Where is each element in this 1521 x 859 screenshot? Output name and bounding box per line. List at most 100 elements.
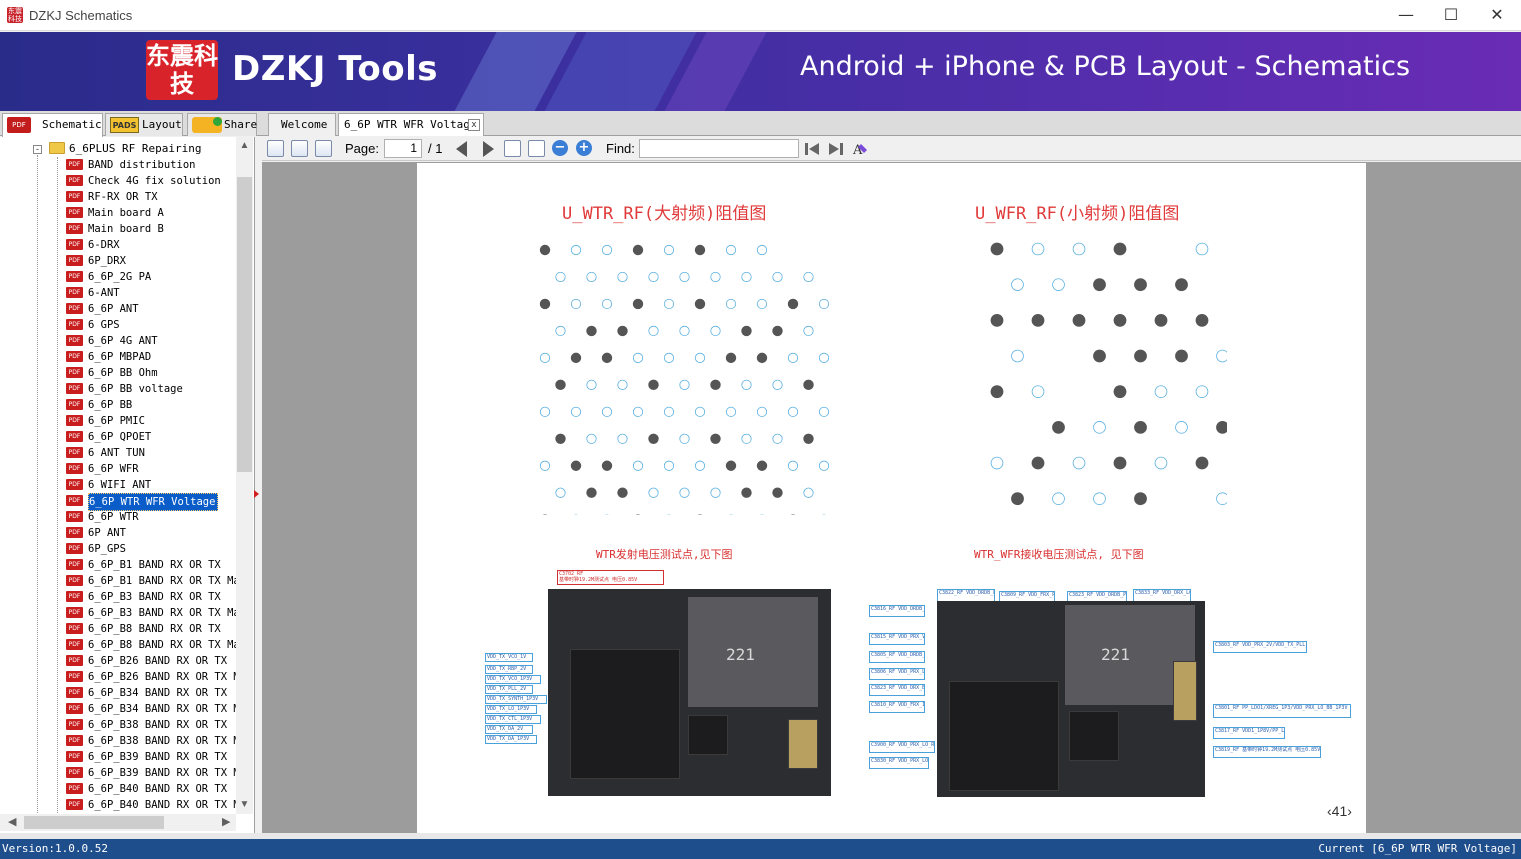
wtr-pcb-photo: 221 — [548, 589, 831, 796]
fit-page-icon[interactable] — [528, 140, 545, 157]
tab-layout[interactable]: PADS Layout — [105, 113, 183, 136]
tree-item[interactable]: PDF RF-RX OR TX — [66, 189, 241, 205]
tree-item[interactable]: PDF 6_6P_B39 BAND RX OR TX — [66, 749, 241, 765]
highlight-text-icon[interactable]: A — [852, 141, 868, 157]
tree-item[interactable]: PDF 6_6P_B26 BAND RX OR TX Ma — [66, 669, 241, 685]
tree-horizontal-scrollbar[interactable]: ◀ ▶ — [0, 814, 236, 831]
find-previous-icon[interactable] — [804, 141, 820, 157]
tree-item[interactable]: PDF 6 WIFI ANT — [66, 477, 241, 493]
wfr-pcb-photo: 221 — [937, 601, 1205, 797]
tree-item[interactable]: PDF Main board A — [66, 205, 241, 221]
collapse-icon[interactable]: - — [33, 145, 42, 154]
tree-item[interactable]: PDF Main board B — [66, 221, 241, 237]
signal-ball — [663, 298, 675, 310]
tree-item[interactable]: PDF BAND distribution — [66, 157, 241, 173]
tree-item[interactable]: PDF 6_6P BB Ohm — [66, 365, 241, 381]
tree-item[interactable]: PDF Check 4G fix solution — [66, 173, 241, 189]
ground-ball — [1052, 420, 1065, 434]
signal-ball — [1031, 242, 1045, 256]
tree-item[interactable]: PDF 6_6P 4G ANT — [66, 333, 241, 349]
previous-page-icon[interactable] — [456, 141, 467, 157]
tree-item[interactable]: PDF 6_6P_B38 BAND RX OR TX — [66, 717, 241, 733]
ground-ball — [586, 325, 597, 337]
tree-item[interactable]: PDF 6_6P_B8 BAND RX OR TX Mai — [66, 637, 241, 653]
tree-item[interactable]: PDF 6_6P WTR WFR Voltage — [66, 493, 241, 511]
tree-root-label[interactable]: 6_6PLUS RF Repairing — [69, 141, 201, 157]
tree-item[interactable]: PDF 6_6P_B34 BAND RX OR TX Ma — [66, 701, 241, 717]
next-page-icon[interactable] — [483, 141, 494, 157]
find-next-icon[interactable] — [828, 141, 844, 157]
tree-item[interactable]: PDF 6 ANT TUN — [66, 445, 241, 461]
tree-item[interactable]: PDF 6 GPS — [66, 317, 241, 333]
tree-item-label: 6_6P QPOET — [88, 431, 152, 443]
tree-item[interactable]: PDF 6_6P_B34 BAND RX OR TX — [66, 685, 241, 701]
scroll-left-icon[interactable]: ◀ — [8, 815, 16, 828]
signal-ball — [725, 406, 737, 417]
tree-item[interactable]: PDF 6P_GPS — [66, 541, 241, 557]
tree-item[interactable]: PDF 6_6P_B8 BAND RX OR TX — [66, 621, 241, 637]
tree-item[interactable]: PDF 6_6P QPOET — [66, 429, 241, 445]
tree-vertical-scrollbar[interactable]: ▲ ▼ — [236, 137, 253, 814]
signal-ball — [1216, 349, 1227, 363]
zoom-out-icon[interactable]: − — [552, 140, 568, 156]
tree-item-label: 6_6P_B26 BAND RX OR TX Ma — [88, 671, 238, 683]
paste-document-icon[interactable] — [315, 140, 332, 157]
tree-item[interactable]: PDF 6_6P_2G PA — [66, 269, 241, 285]
tree-item[interactable]: PDF 6_6P_B1 BAND RX OR TX — [66, 557, 241, 573]
signal-ball — [990, 456, 1004, 470]
fit-width-icon[interactable] — [504, 140, 521, 157]
tree-item[interactable]: PDF 6_6P_B26 BAND RX OR TX — [66, 653, 241, 669]
pdf-icon: PDF — [66, 239, 83, 250]
close-tab-icon[interactable]: x — [468, 119, 480, 131]
document-viewer[interactable]: U_WTR_RF(大射频)阻值图 U_WFR_RF(小射频)阻值图 WTR发射电… — [262, 162, 1521, 833]
tree-item[interactable]: PDF 6_6P WFR — [66, 461, 241, 477]
pdf-icon: PDF — [66, 591, 83, 602]
scroll-up-icon[interactable]: ▲ — [236, 140, 253, 151]
voltage-callout: C3803_RF VDD_PRX_2V/VDD_TX_PLL_2V — [1213, 641, 1307, 653]
tree-item[interactable]: PDF 6_6P WTR — [66, 509, 241, 525]
tree-item-label: 6_6P_B8 BAND RX OR TX Mai — [88, 639, 238, 651]
maximize-button[interactable]: ☐ — [1428, 0, 1474, 31]
tree-item[interactable]: PDF 6P_DRX — [66, 253, 241, 269]
scroll-right-icon[interactable]: ▶ — [222, 815, 230, 828]
tree-item[interactable]: PDF 6_6P_B40 BAND RX OR TX Ma — [66, 797, 241, 813]
tree-item[interactable]: PDF 6-DRX — [66, 237, 241, 253]
tree-item[interactable]: PDF 6_6P_B38 BAND RX OR TX Ma — [66, 733, 241, 749]
open-document-icon[interactable] — [267, 140, 284, 157]
ground-ball — [741, 487, 752, 498]
page-number-input[interactable]: 1 — [384, 139, 422, 158]
tree-item[interactable]: PDF 6_6P ANT — [66, 301, 241, 317]
scroll-thumb[interactable] — [24, 816, 164, 829]
tree-item[interactable]: PDF 6_6P BB — [66, 397, 241, 413]
doc-tab-welcome[interactable]: Welcome — [268, 113, 336, 136]
scroll-down-icon[interactable]: ▼ — [236, 799, 253, 810]
tree-item[interactable]: PDF 6P ANT — [66, 525, 241, 541]
tab-share[interactable]: Share — [187, 113, 257, 136]
close-button[interactable]: ✕ — [1474, 0, 1520, 31]
panel-splitter-arrow-icon[interactable] — [254, 490, 259, 498]
tree-item[interactable]: PDF 6_6P PMIC — [66, 413, 241, 429]
copy-document-icon[interactable] — [291, 140, 308, 157]
tree-item[interactable]: PDF 6_6P_B40 BAND RX OR TX — [66, 781, 241, 797]
tree-item[interactable]: PDF 6_6P_B1 BAND RX OR TX Mai — [66, 573, 241, 589]
minimize-button[interactable]: — — [1383, 0, 1429, 31]
zoom-in-icon[interactable]: + — [576, 140, 592, 156]
voltage-callout: VDD_TX_VCO_1P3V — [485, 675, 541, 684]
ground-ball — [539, 298, 551, 310]
scroll-thumb[interactable] — [237, 177, 252, 472]
tree-item[interactable]: PDF 6_6P_B39 BAND RX OR TX Ma — [66, 765, 241, 781]
tab-schematic[interactable]: PDF Schematic — [2, 113, 103, 137]
signal-ball — [570, 406, 582, 417]
tree-item[interactable]: PDF 6-ANT — [66, 285, 241, 301]
doc-tab-wtr-wfr-voltage[interactable]: 6_6P WTR WFR Voltage x — [338, 113, 484, 136]
tree-item[interactable]: PDF 6_6P MBPAD — [66, 349, 241, 365]
tree-item[interactable]: PDF 6_6P_B3 BAND RX OR TX — [66, 589, 241, 605]
tree-item[interactable]: PDF 6_6P BB voltage — [66, 381, 241, 397]
ground-ball — [555, 379, 566, 391]
tree-item-label: 6-ANT — [88, 287, 120, 299]
signal-ball — [818, 406, 830, 417]
tree-item-label: 6P ANT — [88, 527, 126, 539]
find-input[interactable] — [639, 139, 799, 158]
ground-ball — [990, 385, 1004, 399]
tree-item[interactable]: PDF 6_6P_B3 BAND RX OR TX Mai — [66, 605, 241, 621]
